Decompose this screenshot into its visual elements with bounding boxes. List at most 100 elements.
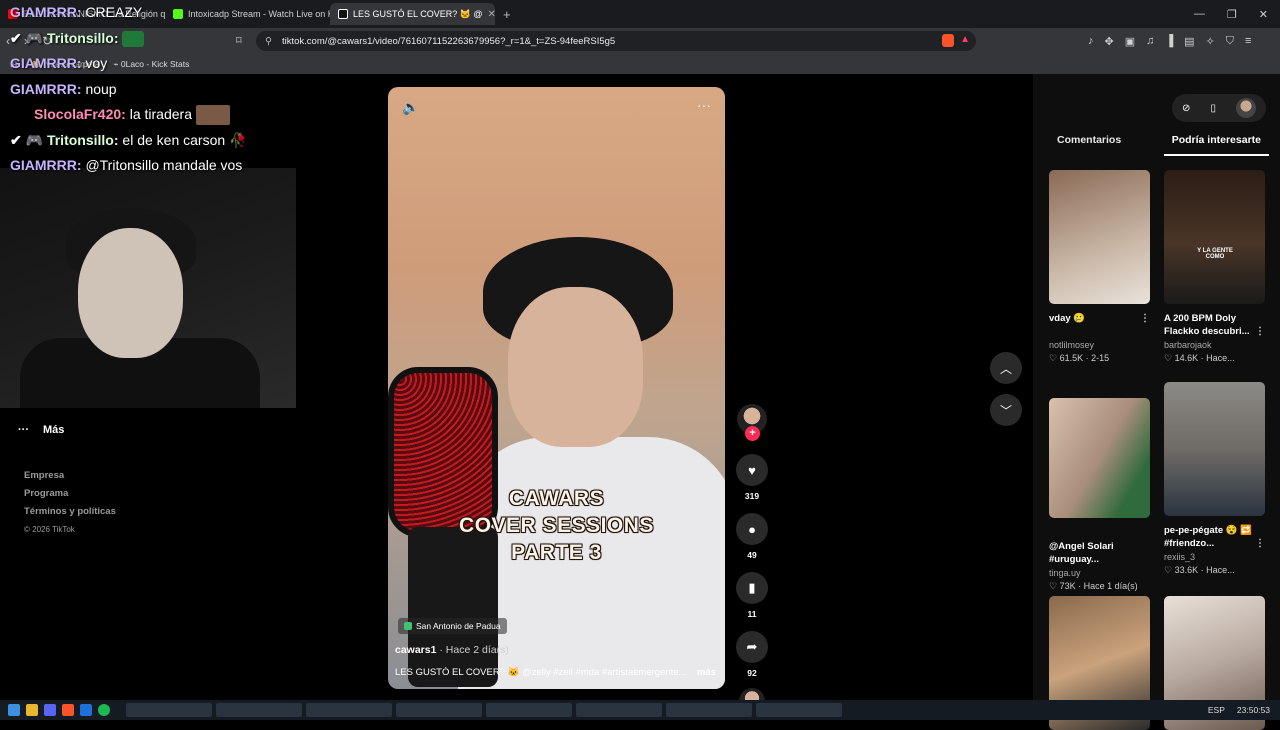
music-icon[interactable]: ♫ bbox=[1146, 35, 1154, 47]
video-overlay-title: CAWARS COVER SESSIONS PARTE 3 bbox=[388, 485, 725, 566]
taskbar-window[interactable] bbox=[756, 703, 842, 717]
sidebar-icon[interactable]: ▐ bbox=[1165, 35, 1173, 47]
footer-link-terms[interactable]: Términos y políticas bbox=[24, 503, 116, 521]
app-icon[interactable] bbox=[80, 704, 92, 716]
caption-text: LES GUSTÓ EL COVER? 🐱 @zelly #zell #mda … bbox=[395, 667, 687, 678]
card-menu-icon[interactable]: ⋮ bbox=[1140, 312, 1150, 325]
explorer-icon[interactable] bbox=[26, 704, 38, 716]
previous-video-button[interactable]: ︿ bbox=[990, 352, 1022, 384]
more-label: Más bbox=[43, 424, 65, 436]
next-video-button[interactable]: ﹀ bbox=[990, 394, 1022, 426]
suggested-video-card[interactable]: pe-pe-pégate 😵 🔁 #friendzo... ⋮ rexiis_3 … bbox=[1164, 382, 1265, 576]
url-field[interactable]: ⚲ tiktok.com/@cawars1/video/761607115226… bbox=[256, 31, 976, 51]
comment-button[interactable]: ● bbox=[736, 513, 768, 545]
extensions-icon[interactable]: ✥ bbox=[1105, 35, 1114, 48]
taskbar-window[interactable] bbox=[666, 703, 752, 717]
screenshot-icon[interactable]: ▣ bbox=[1125, 35, 1135, 48]
follow-plus-icon[interactable]: + bbox=[745, 426, 760, 441]
video-thumbnail[interactable] bbox=[1049, 398, 1150, 518]
discord-icon[interactable] bbox=[44, 704, 56, 716]
taskbar-window[interactable] bbox=[486, 703, 572, 717]
taskbar-windows bbox=[126, 703, 842, 717]
language-indicator[interactable]: ESP bbox=[1208, 705, 1225, 715]
chat-username: GIAMRRR: bbox=[10, 157, 82, 173]
card-user[interactable]: rexiis_3 bbox=[1164, 552, 1265, 562]
windows-taskbar: ESP 23:50:53 bbox=[0, 700, 1280, 720]
profile-avatar[interactable] bbox=[1235, 98, 1256, 118]
like-button[interactable]: ♥ bbox=[736, 454, 768, 486]
chat-username: GIAMRRR: bbox=[10, 4, 82, 20]
taskbar-window[interactable] bbox=[576, 703, 662, 717]
sidebar-more[interactable]: ··· Más bbox=[18, 424, 64, 436]
copyright: © 2026 TikTok bbox=[24, 525, 75, 534]
like-count: 319 bbox=[744, 491, 760, 501]
stream-chat-overlay: GIAMRRR: CREAZY ✔ 🎮 Tritonsillo: GIAMRRR… bbox=[10, 0, 300, 179]
chat-badges: ✔ 🎮 bbox=[10, 29, 47, 46]
bookmark-icon: ▮ bbox=[748, 580, 756, 595]
top-right-controls: ⊘ ▯ bbox=[1172, 94, 1266, 122]
spotify-icon[interactable] bbox=[98, 704, 110, 716]
minimize-icon[interactable]: — bbox=[1194, 8, 1205, 21]
save-button[interactable]: ▮ bbox=[736, 572, 768, 604]
taskbar-window[interactable] bbox=[306, 703, 392, 717]
overlay-line: PARTE 3 bbox=[511, 541, 602, 564]
brave-rewards-icon[interactable]: ▲ bbox=[960, 34, 970, 45]
footer-link-programa[interactable]: Programa bbox=[24, 485, 116, 503]
taskbar-window[interactable] bbox=[216, 703, 302, 717]
tab-tiktok[interactable]: LES GUSTÓ EL COVER? 🐱 @ ✕ bbox=[330, 3, 495, 25]
location-tag[interactable]: San Antonio de Padua bbox=[398, 618, 507, 634]
leo-ai-icon[interactable]: ✧ bbox=[1206, 35, 1215, 48]
close-window-icon[interactable]: ✕ bbox=[1259, 8, 1268, 21]
activity-icon[interactable]: ⊘ bbox=[1182, 103, 1190, 114]
share-icon: ➦ bbox=[746, 639, 758, 654]
card-user[interactable]: notlilmosey bbox=[1049, 340, 1150, 350]
thumbnail-caption: Y LA GENTE COMO bbox=[1197, 248, 1233, 260]
card-title: pe-pe-pégate 😵 🔁 #friendzo... ⋮ bbox=[1164, 524, 1265, 550]
webcam-overlay bbox=[0, 168, 296, 408]
tab-suggested[interactable]: Podría interesarte bbox=[1163, 130, 1269, 156]
more-options-icon[interactable]: ··· bbox=[697, 97, 711, 113]
card-user[interactable]: barbarojaok bbox=[1164, 340, 1265, 350]
video-thumbnail[interactable]: Y LA GENTE COMO bbox=[1164, 170, 1265, 304]
close-tab-icon[interactable]: ✕ bbox=[488, 9, 495, 20]
video-thumbnail[interactable] bbox=[1164, 382, 1265, 516]
menu-icon[interactable]: ≡ bbox=[1245, 35, 1251, 47]
panel-tabs: Comentarios Podría interesarte bbox=[1049, 130, 1269, 156]
save-count: 11 bbox=[747, 609, 757, 619]
footer-link-empresa[interactable]: Empresa bbox=[24, 467, 116, 485]
clock[interactable]: 23:50:53 bbox=[1237, 705, 1270, 715]
phone-icon[interactable]: ▯ bbox=[1210, 103, 1216, 114]
card-user[interactable]: tinga.uy bbox=[1049, 568, 1150, 578]
card-menu-icon[interactable]: ⋮ bbox=[1255, 537, 1265, 550]
card-title: A 200 BPM Doly Flackko descubri... ⋮ bbox=[1164, 312, 1265, 338]
caption-more-button[interactable]: más bbox=[697, 667, 716, 678]
card-title-text: @Angel Solari #uruguay... bbox=[1049, 541, 1114, 565]
creator-avatar[interactable]: + bbox=[737, 404, 767, 441]
volume-icon[interactable]: 🔈 bbox=[402, 99, 419, 116]
audio-icon[interactable]: ♪ bbox=[1088, 35, 1094, 47]
card-menu-icon[interactable]: ⋮ bbox=[1255, 325, 1265, 338]
tab-comments[interactable]: Comentarios bbox=[1049, 130, 1129, 156]
card-title-text: pe-pe-pégate 😵 🔁 #friendzo... bbox=[1164, 525, 1253, 549]
taskbar-window[interactable] bbox=[396, 703, 482, 717]
suggested-video-card[interactable]: vday 🥲 ⋮ notlilmosey ♡ 61.5K · 2-15 bbox=[1049, 170, 1150, 364]
wallet-icon[interactable]: ▤ bbox=[1184, 35, 1194, 48]
emote-icon bbox=[195, 105, 230, 126]
video-author[interactable]: cawars1 · Hace 2 día(s) bbox=[395, 644, 509, 656]
window-controls: — ❐ ✕ bbox=[1194, 8, 1280, 21]
brave-shield-icon[interactable] bbox=[942, 34, 954, 47]
video-player[interactable]: 🔈 ··· CAWARS COVER SESSIONS PARTE 3 San … bbox=[388, 87, 725, 689]
video-thumbnail[interactable] bbox=[1049, 170, 1150, 304]
suggested-video-card[interactable]: Y LA GENTE COMO A 200 BPM Doly Flackko d… bbox=[1164, 170, 1265, 364]
taskbar-window[interactable] bbox=[126, 703, 212, 717]
card-stats: ♡ 14.6K · Hace... bbox=[1164, 353, 1235, 363]
start-icon[interactable] bbox=[8, 704, 20, 716]
share-button[interactable]: ➦ bbox=[736, 631, 768, 663]
new-tab-button[interactable]: + bbox=[495, 7, 519, 22]
suggested-video-card[interactable]: @Angel Solari #uruguay... tinga.uy ♡ 73K… bbox=[1049, 382, 1150, 592]
vpn-icon[interactable]: ⛉ bbox=[1226, 35, 1234, 48]
card-title: @Angel Solari #uruguay... bbox=[1049, 540, 1150, 566]
card-stats: ♡ 61.5K · 2-15 bbox=[1049, 353, 1110, 363]
brave-icon[interactable] bbox=[62, 704, 74, 716]
restore-icon[interactable]: ❐ bbox=[1227, 8, 1237, 21]
